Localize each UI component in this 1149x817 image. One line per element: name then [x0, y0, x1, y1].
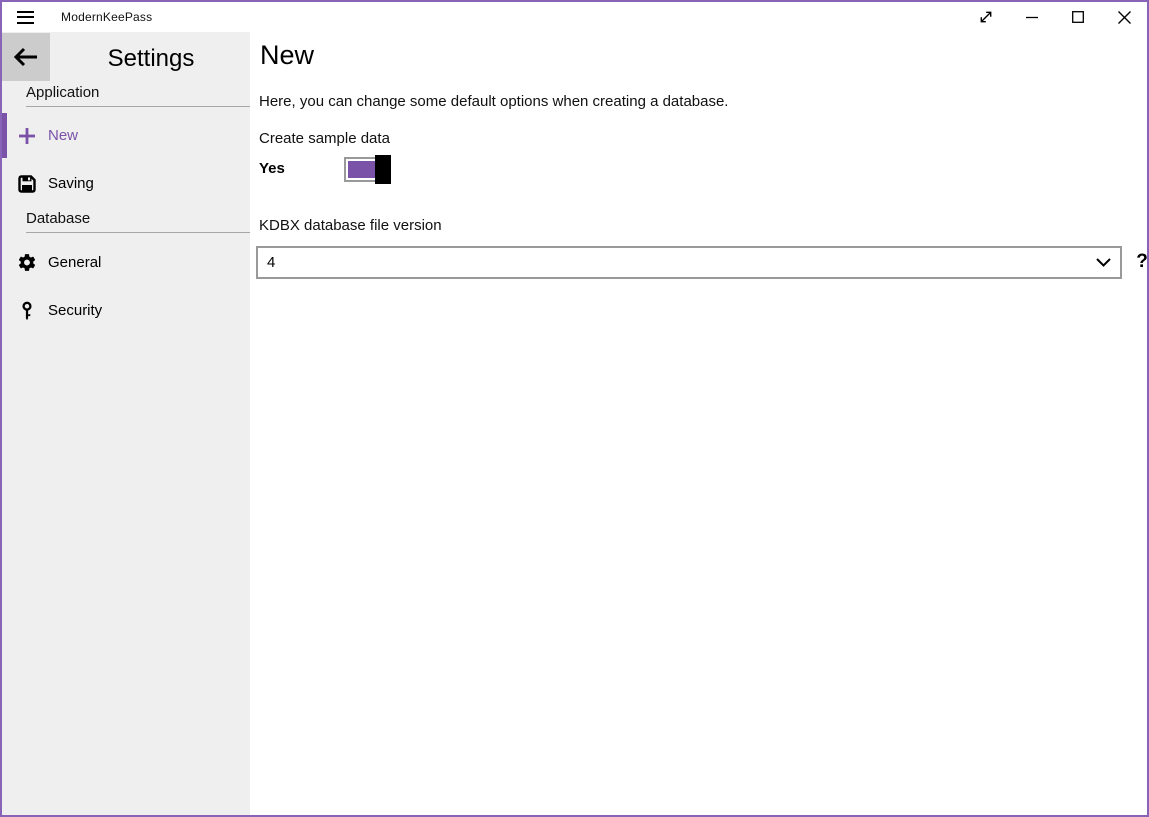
kdbx-version-label: KDBX database file version — [259, 217, 442, 234]
maximize-icon — [1071, 10, 1085, 24]
key-icon — [17, 301, 37, 321]
back-button[interactable] — [2, 33, 50, 81]
kdbx-version-combobox[interactable]: 4 — [256, 246, 1122, 279]
close-icon — [1117, 10, 1132, 25]
app-window: ModernKeePass — [0, 0, 1149, 817]
plus-icon — [17, 126, 37, 146]
sidebar-item-label: New — [48, 127, 78, 144]
selected-indicator — [2, 113, 7, 158]
enter-fullscreen-icon — [978, 9, 994, 25]
combobox-selected-value: 4 — [267, 254, 1096, 271]
page-title: New — [260, 40, 314, 71]
sidebar-item-label: Security — [48, 302, 102, 319]
create-sample-data-label: Create sample data — [259, 130, 390, 147]
create-sample-data-toggle[interactable] — [344, 157, 385, 182]
minimize-icon — [1025, 10, 1039, 24]
section-header-database: Database — [26, 210, 252, 233]
close-button[interactable] — [1101, 2, 1147, 32]
page-description: Here, you can change some default option… — [259, 93, 728, 110]
enter-fullscreen-button[interactable] — [963, 2, 1009, 32]
window-controls — [963, 2, 1147, 32]
gear-icon — [17, 253, 37, 273]
sidebar-item-label: Saving — [48, 175, 94, 192]
section-header-application: Application — [26, 84, 252, 107]
sidebar-item-new[interactable]: New — [2, 113, 252, 158]
sidebar-item-label: General — [48, 254, 101, 271]
settings-sidebar: Settings Application New — [2, 32, 252, 815]
hamburger-menu-button[interactable] — [2, 2, 48, 32]
titlebar: ModernKeePass — [2, 2, 1147, 32]
toggle-state-text: Yes — [259, 160, 285, 177]
app-title: ModernKeePass — [61, 10, 152, 24]
settings-page-new: New Here, you can change some default op… — [250, 32, 1147, 815]
sidebar-item-general[interactable]: General — [2, 240, 252, 285]
sidebar-item-saving[interactable]: Saving — [2, 161, 252, 206]
kdbx-help-button[interactable]: ? — [1131, 248, 1149, 276]
sidebar-title: Settings — [52, 42, 250, 76]
toggle-thumb[interactable] — [375, 155, 391, 184]
minimize-button[interactable] — [1009, 2, 1055, 32]
back-arrow-icon — [13, 47, 39, 67]
chevron-down-icon — [1096, 258, 1111, 267]
hamburger-icon — [17, 11, 34, 24]
sidebar-item-security[interactable]: Security — [2, 288, 252, 333]
maximize-button[interactable] — [1055, 2, 1101, 32]
save-icon — [17, 174, 37, 194]
